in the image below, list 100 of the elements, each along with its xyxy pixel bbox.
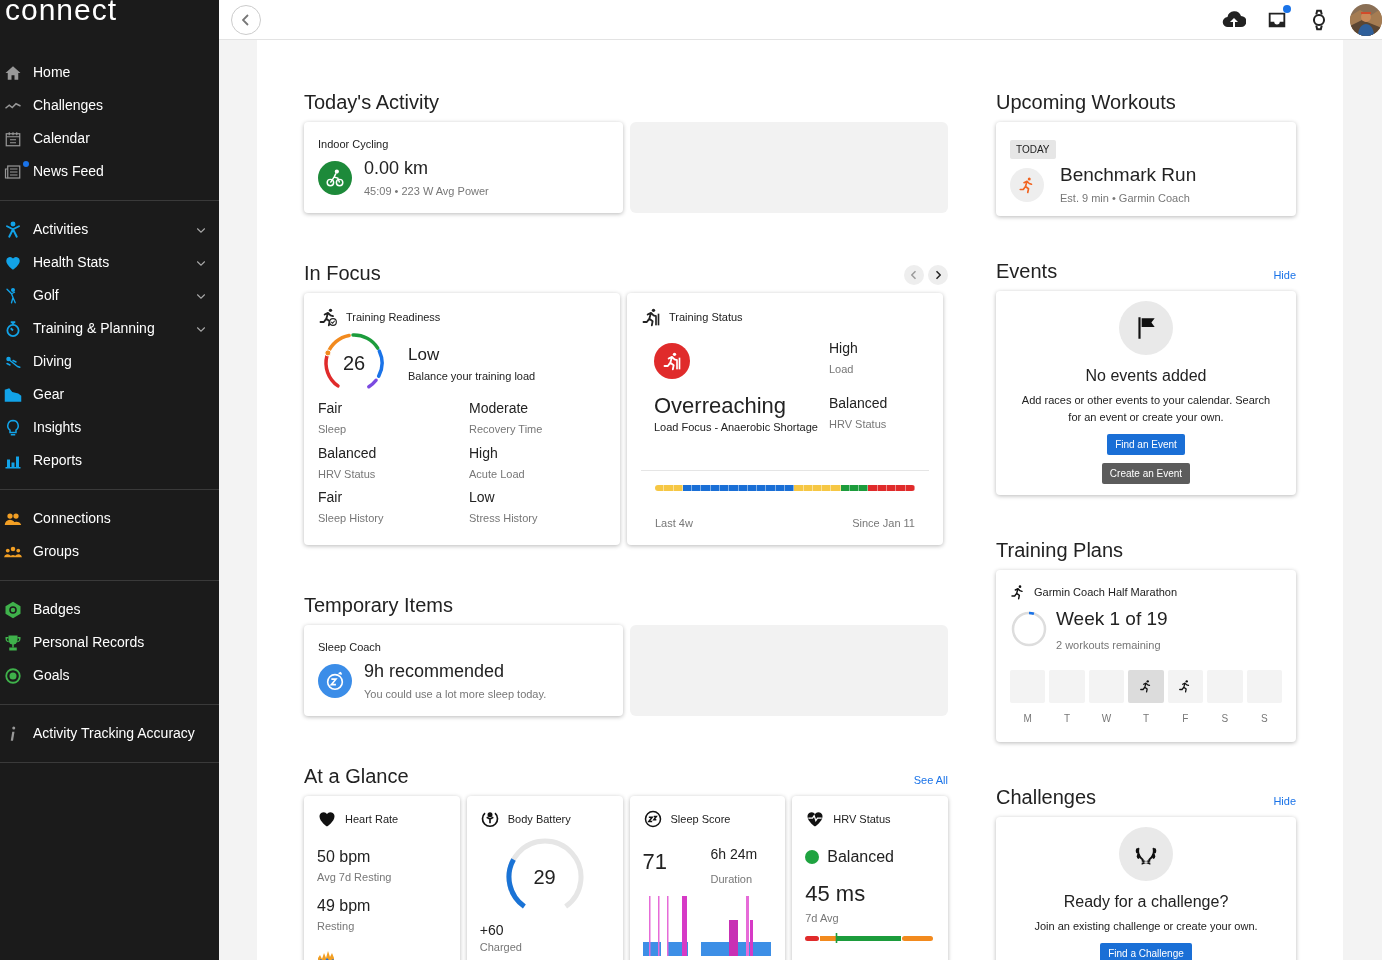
hrv-status: Balanced [827, 847, 894, 867]
workout-title: Benchmark Run [1060, 164, 1197, 186]
card-title: Training Status [669, 309, 743, 325]
activity-type-icon [318, 663, 352, 698]
metric-value: 49 bpm [317, 895, 372, 916]
primary-button[interactable]: Find an Event [1107, 434, 1185, 455]
sidebar-item[interactable]: Goals [0, 659, 219, 692]
runner-bars-icon [641, 307, 661, 327]
sidebar-item[interactable]: Groups [0, 535, 219, 568]
sidebar-item[interactable]: Insights [0, 411, 219, 444]
sidebar-item[interactable]: News Feed [0, 155, 219, 188]
metric-value: High [829, 339, 859, 357]
card-title: HRV Status [833, 811, 891, 827]
card-title: Sleep Score [670, 811, 731, 827]
charged-value: +60 [479, 921, 505, 939]
sidebar-item[interactable]: Personal Records [0, 626, 219, 659]
sidebar-item[interactable]: Reports [0, 444, 219, 477]
metric-value: Balanced [318, 443, 378, 462]
hide-link[interactable]: Hide [1273, 792, 1296, 809]
sidebar-item[interactable]: Training & Planning [0, 312, 219, 345]
metric-label: Sleep History [318, 511, 385, 526]
hide-link[interactable]: Hide [1273, 266, 1296, 283]
trophy-icon [4, 633, 22, 652]
metric-label: Load [829, 362, 855, 377]
week-label: Week 1 of 19 [1056, 606, 1168, 631]
primary-button[interactable]: Find a Challenge [1100, 943, 1192, 960]
section-title: Today's Activity [304, 90, 439, 114]
card-title: Body Battery [507, 811, 571, 827]
chevron-left-icon [911, 270, 917, 280]
card-title: Heart Rate [345, 811, 399, 827]
metric-value: Moderate [469, 399, 530, 417]
chevron-left-icon [242, 13, 250, 26]
metric-value: Low [469, 488, 496, 506]
sidebar-item[interactable]: Health Stats [0, 246, 219, 279]
section-title: At a Glance [304, 764, 409, 788]
metric-label: Avg 7d Resting [317, 870, 393, 885]
training-status: Overreaching [654, 393, 788, 419]
sidebar-item[interactable]: Gear [0, 378, 219, 411]
workout-detail: Est. 9 min • Garmin Coach [1060, 191, 1191, 206]
back-button[interactable] [231, 4, 261, 35]
training-status-detail: Load Focus - Anaerobic Shortage [654, 420, 819, 435]
day-label: S [1259, 711, 1269, 726]
metric-value: Fair [318, 488, 344, 506]
activity-card[interactable]: Indoor Cycling 0.00 km 45:09 • 223 W Avg Power [304, 122, 623, 213]
flag-icon [1119, 301, 1173, 355]
heart-icon [317, 809, 337, 829]
see-all-link[interactable]: See All [913, 771, 948, 788]
workouts-remaining: 2 workouts remaining [1056, 638, 1162, 653]
day-label: M [1022, 711, 1033, 726]
metric-label: Resting [317, 918, 356, 934]
sidebar-item[interactable]: Diving [0, 345, 219, 378]
day-slot[interactable] [1167, 669, 1204, 703]
activity-type-icon [318, 160, 352, 195]
sidebar-item[interactable]: Connections [0, 502, 219, 535]
duration-value: 6h 24m [710, 845, 758, 863]
readiness-score: 26 [342, 351, 366, 376]
day-label: T [1063, 711, 1072, 726]
day-label: S [1220, 711, 1230, 726]
readiness-message: Balance your training load [408, 368, 536, 384]
day-slot[interactable] [1128, 669, 1164, 703]
day-label: W [1100, 711, 1113, 726]
section-title: Challenges [996, 785, 1097, 809]
metric-value: High [469, 443, 499, 462]
metric-label: Recovery Time [469, 422, 544, 437]
range-label: Last 4w [655, 515, 693, 531]
metric-value: 50 bpm [317, 847, 372, 867]
runner-icon [1010, 584, 1026, 601]
range-label: Since Jan 11 [852, 515, 915, 531]
next-button[interactable] [928, 265, 948, 285]
sleep-icon [642, 809, 663, 829]
body-battery-value: 29 [533, 865, 556, 890]
sidebar-item[interactable]: Activity Tracking Accuracy [0, 717, 219, 750]
logo-text[interactable]: connect [0, 0, 219, 44]
section-title: Training Plans [996, 538, 1124, 562]
sidebar-item[interactable]: Golf [0, 279, 219, 312]
hrv-value: 45 ms [805, 880, 867, 908]
activity-detail: 45:09 • 223 W Avg Power [364, 183, 489, 199]
today-badge: TODAY [1010, 140, 1056, 159]
secondary-button[interactable]: Create an Event [1101, 463, 1191, 484]
sidebar-item[interactable]: Calendar [0, 122, 219, 155]
sidebar-item[interactable]: Challenges [0, 89, 219, 122]
plan-title: Garmin Coach Half Marathon [1034, 585, 1178, 600]
sidebar-item[interactable]: Activities [0, 213, 219, 246]
empty-message: Join an existing challenge or create your own. [1034, 919, 1258, 934]
metric-label: HRV Status [829, 416, 888, 432]
charged-label: Charged [479, 940, 523, 955]
day-label: T [1141, 711, 1151, 726]
metric-value: Balanced [829, 393, 889, 412]
activity-value: 9h recommended [364, 659, 506, 682]
section-title: Temporary Items [304, 593, 453, 617]
card-title: Training Readiness [346, 309, 441, 325]
sidebar-item[interactable]: Home [0, 56, 219, 89]
card-title: Sleep Coach [318, 640, 382, 655]
activity-card[interactable]: Sleep Coach 9h recommended You could use a lot more sleep today. [304, 625, 623, 716]
calendar-icon [4, 129, 22, 148]
sidebar-item[interactable]: Badges [0, 593, 219, 626]
empty-message: Add races or other events to your calendar. Search for an event or create your own. [1020, 393, 1272, 425]
training-status-icon [654, 343, 690, 379]
section-title: In Focus [304, 261, 381, 285]
day-label: F [1181, 711, 1190, 726]
